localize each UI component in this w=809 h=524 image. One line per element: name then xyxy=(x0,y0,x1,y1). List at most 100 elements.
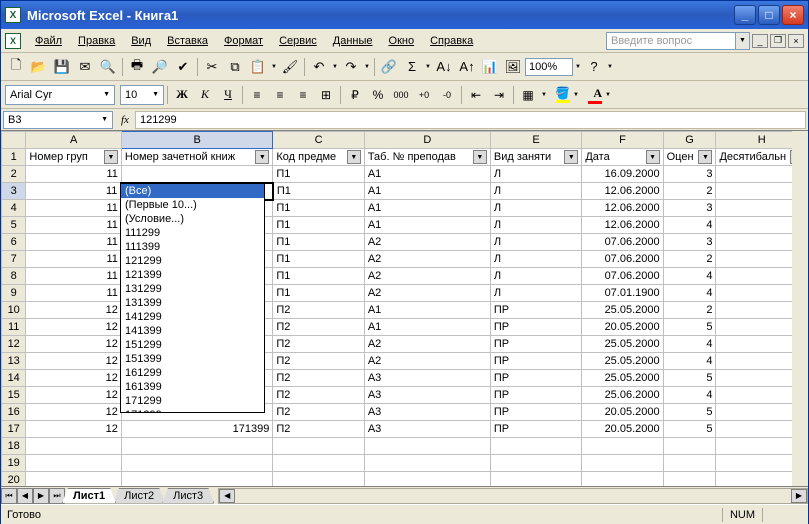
undo-button[interactable]: ↶ xyxy=(308,56,330,78)
cell[interactable]: 3 xyxy=(663,166,716,183)
italic-button[interactable]: К xyxy=(194,84,216,106)
menu-data[interactable]: Данные xyxy=(325,33,381,49)
cell[interactable]: 5 xyxy=(663,421,716,438)
borders-button[interactable]: ▦ xyxy=(517,84,539,106)
font-color-button[interactable]: A xyxy=(581,84,603,106)
filter-option[interactable]: (Первые 10...) xyxy=(121,198,264,212)
close-button[interactable]: × xyxy=(782,5,804,25)
filter-option[interactable]: (Все) xyxy=(121,184,264,198)
cell[interactable]: А1 xyxy=(364,217,490,234)
cell[interactable]: П1 xyxy=(273,183,364,200)
cell[interactable] xyxy=(273,455,364,472)
worksheet-grid[interactable]: A B C D E F G H 1 Номер груп▼ Номер заче… xyxy=(1,131,808,486)
col-a[interactable]: A xyxy=(26,132,122,149)
cell[interactable]: 11 xyxy=(26,268,122,285)
name-box[interactable]: B3▼ xyxy=(3,111,113,129)
filter-e-icon[interactable]: ▼ xyxy=(564,150,578,164)
filter-option[interactable]: 161299 xyxy=(121,366,264,380)
redo-button[interactable]: ↷ xyxy=(340,56,362,78)
row-head[interactable]: 17 xyxy=(2,421,26,438)
cell[interactable]: 12 xyxy=(26,319,122,336)
filter-option[interactable]: 111399 xyxy=(121,240,264,254)
menu-view[interactable]: Вид xyxy=(123,33,159,49)
cell[interactable]: ПР xyxy=(490,421,581,438)
fill-dropdown-icon[interactable]: ▼ xyxy=(572,92,580,98)
cell[interactable]: 25.06.2000 xyxy=(582,387,663,404)
formula-input[interactable]: 121299 xyxy=(135,111,806,129)
cut-button[interactable]: ✂ xyxy=(201,56,223,78)
row-head[interactable]: 12 xyxy=(2,336,26,353)
cell[interactable]: А1 xyxy=(364,302,490,319)
increase-decimal-button[interactable]: +0 xyxy=(413,84,435,106)
cell[interactable] xyxy=(364,472,490,487)
cell[interactable]: А3 xyxy=(364,421,490,438)
zoom-dropdown-icon[interactable]: ▼ xyxy=(574,64,582,70)
menu-insert[interactable]: Вставка xyxy=(159,33,216,49)
cell[interactable]: 25.05.2000 xyxy=(582,302,663,319)
cell[interactable] xyxy=(663,438,716,455)
cell[interactable]: ПР xyxy=(490,302,581,319)
cell[interactable]: 12 xyxy=(26,353,122,370)
merge-button[interactable]: ⊞ xyxy=(315,84,337,106)
filter-option[interactable]: 131399 xyxy=(121,296,264,310)
cell[interactable]: 07.01.1900 xyxy=(582,285,663,302)
autosum-button[interactable]: Σ xyxy=(401,56,423,78)
sheet-tab-1[interactable]: Лист1 xyxy=(62,488,116,504)
cell[interactable]: 4 xyxy=(663,336,716,353)
row-head[interactable]: 5 xyxy=(2,217,26,234)
sort-asc-button[interactable]: A↓ xyxy=(433,56,455,78)
sort-desc-button[interactable]: A↑ xyxy=(456,56,478,78)
cell[interactable]: 171399 xyxy=(121,421,272,438)
autosum-dropdown-icon[interactable]: ▼ xyxy=(424,64,432,70)
cell[interactable]: А2 xyxy=(364,234,490,251)
cell[interactable]: Л xyxy=(490,268,581,285)
cell[interactable]: 12 xyxy=(26,370,122,387)
cell[interactable]: П2 xyxy=(273,302,364,319)
filter-option[interactable]: 171299 xyxy=(121,394,264,408)
cell[interactable]: ПР xyxy=(490,319,581,336)
ask-dropdown-icon[interactable]: ▼ xyxy=(736,32,750,50)
row-head[interactable]: 16 xyxy=(2,404,26,421)
fill-color-button[interactable]: 🪣 xyxy=(549,84,571,106)
cell[interactable]: 12 xyxy=(26,336,122,353)
cell[interactable]: 12.06.2000 xyxy=(582,200,663,217)
filter-option[interactable]: 121299 xyxy=(121,254,264,268)
save-button[interactable]: 💾 xyxy=(51,56,73,78)
font-combo[interactable]: Arial Cyr▼ xyxy=(5,85,115,105)
cell[interactable]: П1 xyxy=(273,234,364,251)
row-head[interactable]: 9 xyxy=(2,285,26,302)
select-all-corner[interactable] xyxy=(2,132,26,149)
cell[interactable] xyxy=(490,472,581,487)
mdi-close-button[interactable]: × xyxy=(788,34,804,48)
row-head[interactable]: 14 xyxy=(2,370,26,387)
percent-button[interactable]: % xyxy=(367,84,389,106)
cell[interactable]: А1 xyxy=(364,183,490,200)
col-c[interactable]: C xyxy=(273,132,364,149)
cell[interactable]: А2 xyxy=(364,336,490,353)
increase-indent-button[interactable]: ⇥ xyxy=(488,84,510,106)
align-left-button[interactable]: ≡ xyxy=(246,84,268,106)
col-f[interactable]: F xyxy=(582,132,663,149)
cell[interactable]: 20.05.2000 xyxy=(582,421,663,438)
cell[interactable]: А2 xyxy=(364,268,490,285)
cell[interactable]: 5 xyxy=(663,370,716,387)
cell[interactable]: А2 xyxy=(364,251,490,268)
maximize-button[interactable]: □ xyxy=(758,5,780,25)
cell[interactable]: П2 xyxy=(273,353,364,370)
cell[interactable]: А2 xyxy=(364,353,490,370)
cell[interactable] xyxy=(273,438,364,455)
filter-option[interactable]: 171399 xyxy=(121,408,264,413)
cell[interactable]: 2 xyxy=(663,251,716,268)
cell[interactable] xyxy=(582,438,663,455)
decrease-indent-button[interactable]: ⇤ xyxy=(465,84,487,106)
cell[interactable]: 4 xyxy=(663,268,716,285)
currency-button[interactable]: ₽ xyxy=(344,84,366,106)
zoom-combo[interactable]: 100% xyxy=(525,58,573,76)
filter-option[interactable]: 111299 xyxy=(121,226,264,240)
cell[interactable]: А1 xyxy=(364,319,490,336)
menu-format[interactable]: Формат xyxy=(216,33,271,49)
cell[interactable]: 2 xyxy=(663,302,716,319)
cell[interactable]: 4 xyxy=(663,387,716,404)
toolbar-options-icon[interactable]: ▼ xyxy=(606,64,614,70)
cell[interactable]: П1 xyxy=(273,166,364,183)
